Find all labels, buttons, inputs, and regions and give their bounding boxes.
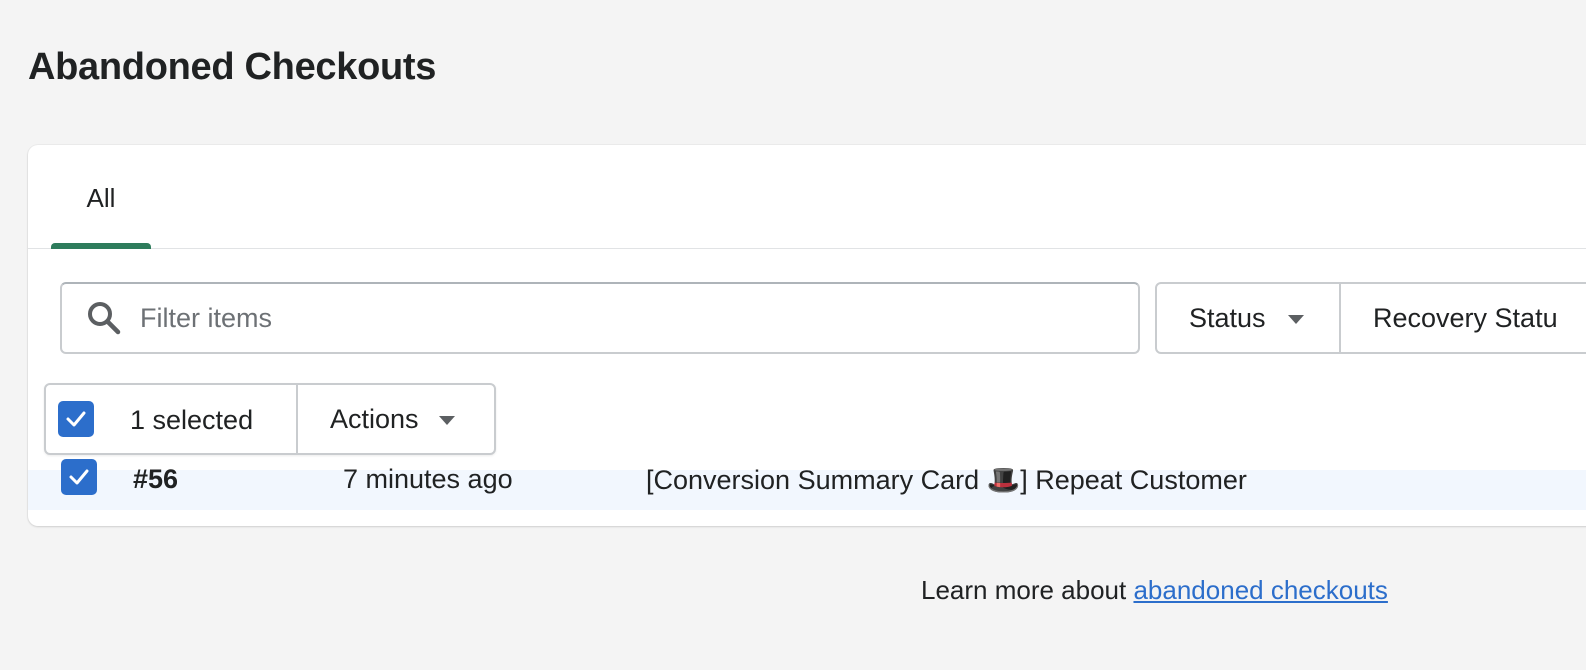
actions-button[interactable]: Actions [298,385,494,453]
caret-down-icon [1287,315,1304,324]
abandoned-checkouts-page: Abandoned Checkouts All Status Recovery … [0,0,1586,670]
search-input[interactable] [140,284,1120,352]
tab-selected-indicator [51,243,151,249]
tab-label: All [86,183,116,213]
bulk-select-toggle[interactable]: 1 selected [46,385,298,453]
checkouts-card: All Status Recovery Statu [28,145,1586,526]
row-checkbox[interactable] [61,459,97,495]
recovery-status-filter-button[interactable]: Recovery Statu [1341,284,1558,352]
select-all-checkbox[interactable] [58,401,94,437]
tab-all[interactable]: All [51,145,151,249]
abandoned-checkouts-link[interactable]: abandoned checkouts [1133,575,1387,605]
status-filter-label: Status [1189,302,1266,333]
actions-label: Actions [330,403,419,434]
checkout-customer: [Conversion Summary Card 🎩] Repeat Custo… [646,465,1247,495]
checkmark-icon [66,411,86,427]
checkmark-icon [69,469,89,485]
status-filter-button[interactable]: Status [1157,284,1341,352]
caret-down-icon [438,416,455,425]
checkout-date: 7 minutes ago [343,464,513,494]
recovery-status-filter-label: Recovery Statu [1373,302,1558,333]
filter-group: Status Recovery Statu [1155,282,1586,354]
table-row[interactable]: #56 7 minutes ago [Conversion Summary Ca… [28,459,1586,510]
search-box[interactable] [60,282,1140,354]
footer-help: Learn more about abandoned checkouts [921,575,1388,606]
bulk-actions-bar: 1 selected Actions [44,383,496,455]
search-icon [88,302,121,335]
selected-count: 1 selected [130,405,254,435]
page-title: Abandoned Checkouts [28,46,437,88]
tab-bar: All [28,145,1586,249]
checkout-id[interactable]: #56 [133,464,178,495]
footer-text: Learn more about [921,575,1134,605]
